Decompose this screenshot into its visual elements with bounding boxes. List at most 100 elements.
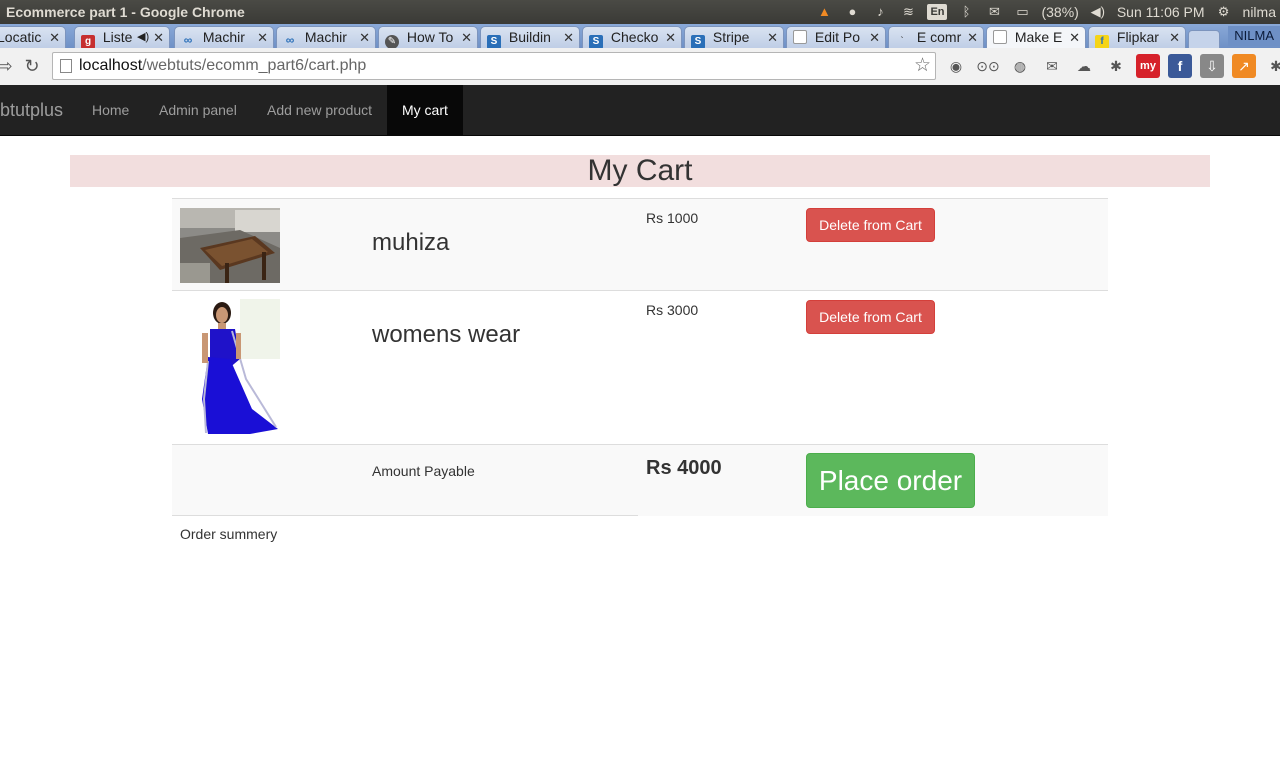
tab-favicon-icon [793, 30, 807, 44]
tab-close-icon[interactable]: ✕ [1169, 27, 1180, 48]
tab-favicon-icon: f [1095, 35, 1109, 48]
nav-link-home[interactable]: Home [77, 85, 144, 135]
extension-chart-icon[interactable]: ↗ [1232, 54, 1256, 78]
product-name: womens wear [372, 321, 521, 348]
extension-bug-icon[interactable]: ✱ [1104, 54, 1128, 78]
tab-close-icon[interactable]: ✕ [257, 27, 268, 48]
tab-title: Locatic [0, 29, 42, 45]
tab-title: How To [406, 29, 454, 45]
tab-title: Checko [610, 29, 659, 45]
tab-favicon-icon: ✎ [385, 35, 399, 48]
tab-favicon-icon: ` [900, 36, 904, 47]
tab-title: Machir [202, 29, 245, 45]
tab-favicon-icon: g [81, 35, 95, 48]
delete-from-cart-button[interactable]: Delete from Cart [806, 300, 935, 334]
extensions-bar: ◉ ⊙⊙ ◍ ✉ ☁ ✱ my f ⇩ ↗ ✱ [944, 54, 1280, 78]
nav-link-add-new-product[interactable]: Add new product [252, 85, 387, 135]
os-top-bar: Ecommerce part 1 - Google Chrome ▲ ● ♪ ≋… [0, 0, 1280, 24]
browser-tab-active[interactable]: Make E ✕ [986, 26, 1086, 48]
cart-total-row: Amount Payable Rs 4000 Place order [172, 444, 1108, 516]
tab-title: Buildin [508, 29, 551, 45]
extension-download-icon[interactable]: ⇩ [1200, 54, 1224, 78]
divider [172, 515, 638, 516]
browser-tab[interactable]: ` E comr ✕ [888, 26, 984, 48]
battery-icon[interactable]: ▭ [1013, 3, 1031, 21]
tab-favicon-icon: ∞ [285, 33, 295, 47]
system-tray: ▲ ● ♪ ≋ En ᛒ ✉ ▭ (38%) ◀) Sun 11:06 PM ⚙… [815, 0, 1280, 24]
tab-close-icon[interactable]: ✕ [461, 27, 472, 48]
tab-close-icon[interactable]: ✕ [49, 27, 60, 48]
tab-close-icon[interactable]: ✕ [153, 27, 164, 48]
tab-audio-icon[interactable]: ◀) [137, 27, 149, 48]
cart-item-row: womens wear Rs 3000 Delete from Cart [172, 290, 1108, 445]
extension-facebook-icon[interactable]: f [1168, 54, 1192, 78]
mail-icon[interactable]: ✉ [985, 3, 1003, 21]
keyboard-layout-indicator[interactable]: En [927, 4, 948, 20]
tab-close-icon[interactable]: ✕ [869, 27, 880, 48]
tab-close-icon[interactable]: ✕ [359, 27, 370, 48]
back-arrow-icon[interactable]: ⇨ [0, 54, 16, 78]
url-path: /webtuts/ecomm_part6/cart.php [142, 57, 367, 74]
tab-title: E comr [916, 29, 962, 45]
clock[interactable]: Sun 11:06 PM [1117, 0, 1205, 24]
settings-gear-icon[interactable]: ⚙ [1215, 3, 1233, 21]
amount-payable-label: Amount Payable [372, 463, 475, 479]
chat-icon[interactable]: ● [843, 3, 861, 21]
browser-tab[interactable]: S Checko ✕ [582, 26, 682, 48]
tab-title: Edit Po [814, 29, 861, 45]
profile-name[interactable]: NILMA [1228, 26, 1280, 46]
nav-link-my-cart[interactable]: My cart [387, 85, 463, 135]
tab-favicon-icon [993, 30, 1007, 44]
tab-title: Machir [304, 29, 347, 45]
browser-tab[interactable]: ∞ Machir ✕ [276, 26, 376, 48]
product-image [180, 299, 280, 434]
site-brand[interactable]: btutplus [0, 85, 63, 135]
tab-title: Flipkar [1116, 29, 1159, 45]
tab-favicon-icon: S [691, 35, 705, 48]
extension-settings-icon[interactable]: ✱ [1264, 54, 1280, 78]
reload-icon[interactable]: ↻ [21, 54, 43, 78]
session-user[interactable]: nilma [1243, 0, 1276, 24]
browser-tab[interactable]: g Liste ◀) ✕ [74, 26, 170, 48]
browser-tab-strip: Locatic ✕ g Liste ◀) ✕ ∞ Machir ✕ ∞ Mach… [0, 24, 1280, 48]
browser-tab[interactable]: ✎ How To ✕ [378, 26, 478, 48]
volume-icon[interactable]: ◀) [1089, 3, 1107, 21]
amount-payable-value: Rs 4000 [646, 457, 722, 479]
browser-tab[interactable]: S Stripe ✕ [684, 26, 784, 48]
browser-tab[interactable]: ∞ Machir ✕ [174, 26, 274, 48]
browser-toolbar: ⇨ ↻ localhost/webtuts/ecomm_part6/cart.p… [0, 48, 1280, 86]
browser-tab[interactable]: Locatic ✕ [0, 26, 66, 48]
url-text[interactable]: localhost/webtuts/ecomm_part6/cart.php [79, 53, 366, 79]
bookmark-star-icon[interactable]: ☆ [914, 53, 931, 79]
extension-cloud-icon[interactable]: ☁ [1072, 54, 1096, 78]
tab-close-icon[interactable]: ✕ [1069, 27, 1080, 48]
battery-percentage: (38%) [1041, 4, 1079, 20]
place-order-button[interactable]: Place order [806, 453, 975, 508]
notification-bell-icon[interactable]: ♪ [871, 3, 889, 21]
tab-close-icon[interactable]: ✕ [563, 27, 574, 48]
tab-favicon-icon: S [487, 35, 501, 48]
extension-my-icon[interactable]: my [1136, 54, 1160, 78]
address-bar[interactable]: localhost/webtuts/ecomm_part6/cart.php ☆ [52, 52, 936, 80]
extension-globe-icon[interactable]: ◍ [1008, 54, 1032, 78]
wifi-icon[interactable]: ≋ [899, 3, 917, 21]
window-title: Ecommerce part 1 - Google Chrome [6, 4, 245, 20]
delete-from-cart-button[interactable]: Delete from Cart [806, 208, 935, 242]
vlc-icon[interactable]: ▲ [815, 3, 833, 21]
tab-close-icon[interactable]: ✕ [967, 27, 978, 48]
url-host: localhost [79, 57, 143, 74]
browser-tab[interactable]: Edit Po ✕ [786, 26, 886, 48]
browser-tab[interactable]: f Flipkar ✕ [1088, 26, 1186, 48]
nav-link-admin-panel[interactable]: Admin panel [144, 85, 252, 135]
extension-eyes-icon[interactable]: ⊙⊙ [976, 54, 1000, 78]
bluetooth-icon[interactable]: ᛒ [957, 3, 975, 21]
extension-alien-icon[interactable]: ◉ [944, 54, 968, 78]
extension-mail-icon[interactable]: ✉ [1040, 54, 1064, 78]
site-navbar: btutplus Home Admin panel Add new produc… [0, 85, 1280, 136]
page-icon [60, 59, 72, 73]
tab-close-icon[interactable]: ✕ [665, 27, 676, 48]
tab-close-icon[interactable]: ✕ [767, 27, 778, 48]
browser-tab[interactable]: S Buildin ✕ [480, 26, 580, 48]
cart-item-row: muhiza Rs 1000 Delete from Cart [172, 198, 1108, 291]
new-tab-button[interactable] [1188, 30, 1220, 48]
